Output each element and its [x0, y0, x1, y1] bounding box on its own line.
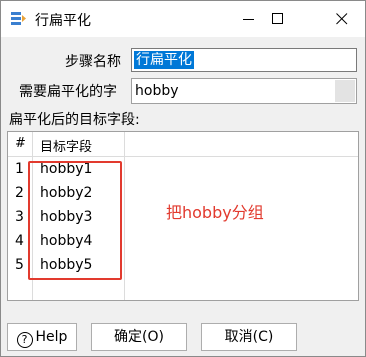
field-to-flatten-label: 需要扁平化的字	[19, 84, 117, 100]
table-header: # 目标字段	[8, 132, 358, 157]
flatten-icon	[11, 12, 27, 26]
field-to-flatten-select[interactable]: hobby	[131, 78, 357, 104]
step-name-input[interactable]: 行扁平化	[131, 48, 357, 72]
help-button[interactable]: ? Help	[7, 323, 77, 351]
target-fields-label: 扁平化后的目标字段:	[9, 112, 140, 128]
help-icon: ?	[16, 332, 33, 348]
ok-button-label: 确定(O)	[114, 329, 164, 345]
close-button[interactable]	[319, 1, 365, 37]
cancel-button[interactable]: 取消(C)	[201, 323, 297, 351]
column-header-target-field[interactable]: 目标字段	[40, 136, 92, 155]
window-title: 行扁平化	[35, 13, 91, 29]
ok-button[interactable]: 确定(O)	[91, 323, 187, 351]
minimize-icon	[243, 19, 254, 20]
row-number: 2	[15, 185, 24, 201]
field-to-flatten-value: hobby	[135, 83, 179, 99]
annotation-highlight-box	[28, 161, 122, 280]
flatten-dialog: 行扁平化 步骤名称 行扁平化 需要扁平化的字 hobby 扁平化后的目标字段:	[0, 0, 366, 357]
row-number: 5	[15, 257, 24, 273]
row-number: 1	[15, 161, 24, 177]
step-name-label: 步骤名称	[65, 54, 121, 70]
annotation-text: 把hobby分组	[166, 203, 264, 222]
close-icon	[336, 13, 348, 25]
cancel-button-label: 取消(C)	[224, 329, 274, 345]
title-bar: 行扁平化	[1, 1, 365, 37]
maximize-button[interactable]	[255, 1, 301, 37]
dropdown-button[interactable]	[335, 80, 355, 102]
help-button-label: Help	[35, 329, 68, 345]
column-header-number[interactable]: #	[15, 136, 26, 151]
step-name-value: 行扁平化	[134, 51, 194, 69]
maximize-icon	[272, 13, 283, 24]
row-number: 3	[15, 209, 24, 225]
row-number: 4	[15, 233, 24, 249]
